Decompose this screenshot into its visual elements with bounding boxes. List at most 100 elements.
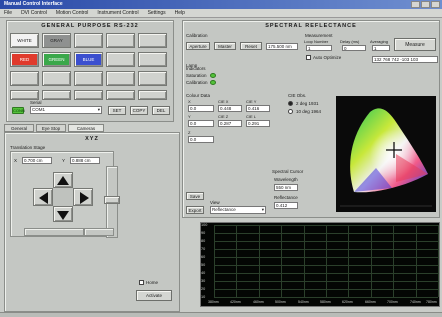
auto-optimize-checkbox[interactable] bbox=[306, 55, 311, 60]
tab-general[interactable]: General bbox=[4, 124, 34, 132]
spectrum-y-tick-label: 30 bbox=[201, 279, 206, 283]
observer-2deg-radio[interactable] bbox=[288, 101, 293, 106]
spectrum-y-tick-label: 70 bbox=[201, 247, 206, 251]
spectrum-x-tick-label: 620nm bbox=[342, 300, 353, 304]
rs232-button-empty[interactable] bbox=[106, 52, 135, 67]
spectrum-gridline-vertical bbox=[259, 225, 260, 297]
calibration-label: Calibration bbox=[186, 33, 208, 38]
aux-slider-track[interactable] bbox=[84, 228, 114, 236]
spectrum-gridline-vertical bbox=[304, 225, 305, 297]
dpad-center bbox=[53, 188, 73, 206]
move-up-button[interactable] bbox=[53, 172, 73, 188]
cie-z-field: 0.287 bbox=[218, 120, 242, 127]
connection-status-label: CONN bbox=[13, 108, 25, 113]
spectrum-y-tick-label: 20 bbox=[201, 287, 206, 291]
rs232-button-empty[interactable] bbox=[10, 90, 39, 100]
observer-10deg-radio[interactable] bbox=[288, 109, 293, 114]
cie-label-y: Y bbox=[188, 114, 191, 119]
rs232-button-empty[interactable] bbox=[74, 33, 103, 48]
rs232-title: GENERAL PURPOSE RS-232 bbox=[41, 23, 139, 29]
arrow-up-icon bbox=[57, 176, 69, 185]
menu-settings[interactable]: Settings bbox=[148, 9, 166, 17]
minimize-button[interactable] bbox=[411, 1, 420, 8]
y-label: Y bbox=[62, 158, 66, 163]
x-position-field[interactable]: 0.700 cm bbox=[22, 157, 52, 164]
spectrum-gridline-vertical bbox=[326, 225, 327, 297]
menu-dvi-control[interactable]: DVI Control bbox=[21, 9, 47, 17]
rs232-button-empty[interactable] bbox=[106, 90, 135, 100]
rs232-button-red[interactable]: RED bbox=[10, 52, 39, 67]
rs232-button-blue[interactable]: BLUE bbox=[74, 52, 103, 67]
xyz-title: XYZ bbox=[85, 136, 99, 142]
spectrum-gridline-vertical bbox=[348, 225, 349, 297]
rs232-button-empty[interactable] bbox=[74, 71, 103, 86]
aperture-button[interactable]: Aperture bbox=[186, 42, 210, 50]
move-left-button[interactable] bbox=[33, 188, 53, 206]
port-select[interactable]: COM1 ▾ bbox=[30, 106, 102, 114]
set-button[interactable]: SET bbox=[108, 106, 126, 115]
spectrum-gridline-vertical bbox=[416, 225, 417, 297]
rs232-button-empty[interactable] bbox=[74, 90, 103, 100]
rs232-button-green[interactable]: GREEN bbox=[42, 52, 71, 67]
rs232-button-gray[interactable]: GRAY bbox=[42, 33, 71, 48]
indicators-label: Indicators bbox=[186, 66, 206, 71]
rs232-button-empty[interactable] bbox=[42, 90, 71, 100]
tab-eye-stop[interactable]: Eye Stop bbox=[36, 124, 66, 132]
measurement-label: Measurement bbox=[305, 33, 333, 38]
spectrum-y-tick-label: 60 bbox=[201, 255, 206, 259]
master-button[interactable]: Master bbox=[214, 42, 236, 50]
menu-bar: File DVI Control Motion Control Instrume… bbox=[0, 9, 442, 18]
cie-label-cie-l: CIE L bbox=[246, 114, 257, 119]
spectrum-gridline-vertical bbox=[236, 225, 237, 297]
close-button[interactable] bbox=[431, 1, 440, 8]
rs232-button-empty[interactable] bbox=[138, 33, 167, 48]
menu-file[interactable]: File bbox=[4, 9, 12, 17]
rs232-button-empty[interactable] bbox=[138, 90, 167, 100]
x-axis-slider-track[interactable] bbox=[24, 228, 84, 236]
rs232-button-empty[interactable] bbox=[106, 71, 135, 86]
integration-time-field[interactable]: 175.500 nm bbox=[266, 43, 298, 50]
tab-cameras-settings[interactable]: Cameras Settings bbox=[68, 124, 104, 138]
spectrum-y-tick-label: 50 bbox=[201, 263, 206, 267]
export-button[interactable]: Export bbox=[186, 206, 204, 214]
cie-label-z: Z bbox=[188, 130, 191, 135]
rs232-button-white[interactable]: WHITE bbox=[10, 33, 39, 48]
spectrum-y-tick-label: 40 bbox=[201, 271, 206, 275]
colour-data-label: Colour Data bbox=[186, 93, 211, 98]
spectrum-x-tick-label: 700nm bbox=[387, 300, 398, 304]
copy-button[interactable]: COPY bbox=[130, 106, 148, 115]
spectrum-y-tick-label: 80 bbox=[201, 239, 206, 243]
spectrum-gridline-vertical bbox=[393, 225, 394, 297]
rs232-button-empty[interactable] bbox=[138, 71, 167, 86]
arrow-down-icon bbox=[57, 211, 69, 220]
averaging-field[interactable]: 1 bbox=[372, 45, 390, 51]
measure-button[interactable]: Measure bbox=[394, 38, 436, 51]
home-checkbox[interactable] bbox=[139, 280, 144, 285]
menu-instrument-control[interactable]: Instrument Control bbox=[97, 9, 138, 17]
activate-button[interactable]: Activate bbox=[136, 290, 172, 301]
delete-button[interactable]: DEL bbox=[152, 106, 170, 115]
move-right-button[interactable] bbox=[73, 188, 93, 206]
view-select[interactable]: Reflectance ▾ bbox=[210, 206, 266, 214]
reset-button[interactable]: Reset bbox=[240, 42, 262, 50]
loop-number-field[interactable]: 1 bbox=[306, 45, 332, 51]
rs232-button-empty[interactable] bbox=[138, 52, 167, 67]
delay-label: Delay (ms) bbox=[340, 39, 360, 44]
spectrum-x-tick-label: 740nm bbox=[410, 300, 421, 304]
menu-help[interactable]: Help bbox=[175, 9, 185, 17]
spectrum-gridline-horizontal bbox=[214, 297, 438, 298]
move-down-button[interactable] bbox=[53, 206, 73, 222]
rs232-button-empty[interactable] bbox=[10, 71, 39, 86]
y-position-field[interactable]: 0.888 cm bbox=[70, 157, 100, 164]
maximize-button[interactable] bbox=[421, 1, 430, 8]
observer-10deg-label: 10 deg 1964 bbox=[296, 109, 322, 114]
menu-motion-control[interactable]: Motion Control bbox=[56, 9, 89, 17]
rs232-button-empty[interactable] bbox=[42, 71, 71, 86]
cie-y-field: 0.416 bbox=[246, 105, 270, 112]
wavelength-field[interactable]: 550 nm bbox=[274, 184, 298, 191]
spectrum-gridline-vertical bbox=[281, 225, 282, 297]
save-button[interactable]: Save bbox=[186, 192, 204, 200]
delay-field[interactable]: 0 bbox=[342, 45, 366, 51]
z-axis-slider-thumb[interactable] bbox=[104, 196, 120, 204]
rs232-button-empty[interactable] bbox=[106, 33, 135, 48]
